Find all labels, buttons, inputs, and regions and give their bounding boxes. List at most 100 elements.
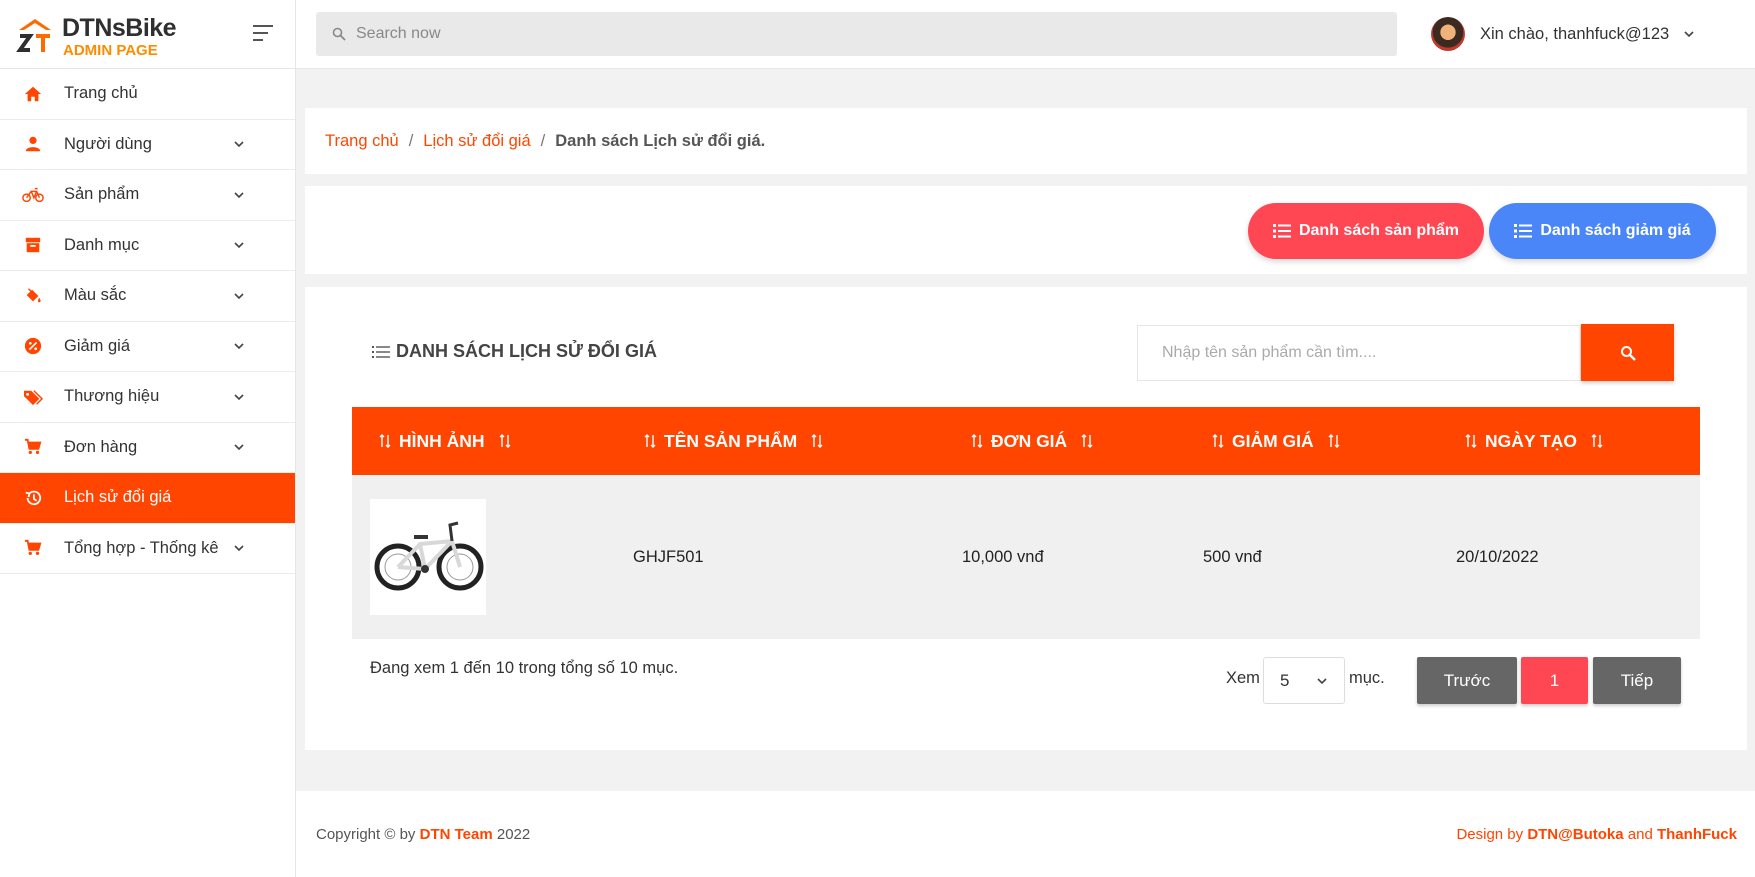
table-info: Đang xem 1 đến 10 trong tổng số 10 mục. xyxy=(370,659,679,677)
design-prefix: Design by xyxy=(1456,826,1524,843)
breadcrumb: Trang chủ / Lịch sử đổi giá / Danh sách … xyxy=(305,108,1747,174)
sidebar-item-discounts[interactable]: Giảm giá xyxy=(0,322,295,372)
sort-icon xyxy=(1328,434,1340,448)
sidebar-item-colors[interactable]: Màu sắc xyxy=(0,271,295,322)
price-history-panel: DANH SÁCH LỊCH SỬ ĐỔI GIÁ HÌNH ẢNH TÊN S… xyxy=(305,287,1747,750)
history-icon xyxy=(22,487,44,509)
sort-icon xyxy=(971,434,983,448)
sidebar-item-label: Giảm giá xyxy=(64,336,131,355)
sort-icon xyxy=(499,434,511,448)
user-icon xyxy=(22,133,44,155)
sidebar-item-brands[interactable]: Thương hiệu xyxy=(0,372,295,423)
sort-icon xyxy=(811,434,823,448)
search-icon xyxy=(332,27,346,41)
column-header-name[interactable]: TÊN SẢN PHẨM xyxy=(644,407,823,475)
footer-design-credit: Design by DTN@Butoka and ThanhFuck xyxy=(1456,826,1737,843)
sidebar-item-label: Màu sắc xyxy=(64,286,127,305)
list-icon xyxy=(372,345,390,358)
page-length-suffix: mục. xyxy=(1349,669,1385,687)
column-header-created[interactable]: NGÀY TẠO xyxy=(1465,407,1603,475)
column-header-discount[interactable]: GIẢM GIÁ xyxy=(1212,407,1340,475)
breadcrumb-current: Danh sách Lịch sử đổi giá. xyxy=(555,131,766,150)
designer-link[interactable]: DTN@Butoka xyxy=(1527,826,1623,843)
chevron-down-icon xyxy=(234,394,244,400)
user-menu[interactable]: Xin chào, thanhfuck@123 xyxy=(1431,16,1695,52)
brand-title: DTNsBike xyxy=(62,14,177,42)
sort-icon xyxy=(1465,434,1477,448)
product-list-button[interactable]: Danh sách sản phẩm xyxy=(1248,203,1484,259)
sort-icon xyxy=(1212,434,1224,448)
copyright-text: Copyright © by xyxy=(316,826,416,843)
logo-icon xyxy=(16,19,51,52)
action-bar: Danh sách sản phẩm Danh sách giảm giá xyxy=(305,186,1747,274)
cell-created-date: 20/10/2022 xyxy=(1456,547,1539,566)
logo-bar: DTNsBike ADMIN PAGE xyxy=(0,0,295,69)
prev-page-button[interactable]: Trước xyxy=(1417,657,1517,704)
table-search-button[interactable] xyxy=(1581,324,1674,381)
cart-icon xyxy=(22,436,44,458)
sidebar-item-products[interactable]: Sản phẩm xyxy=(0,170,295,221)
chevron-down-icon xyxy=(234,242,244,249)
sidebar-item-home[interactable]: Trang chủ xyxy=(0,69,295,120)
sort-icon xyxy=(644,434,656,448)
chevron-down-icon xyxy=(234,293,244,299)
table-search-input[interactable] xyxy=(1138,326,1580,380)
sidebar-item-label: Đơn hàng xyxy=(64,437,138,456)
column-label: TÊN SẢN PHẨM xyxy=(664,430,798,451)
sidebar-item-label: Người dùng xyxy=(64,134,152,153)
home-icon xyxy=(22,83,44,105)
table-title: DANH SÁCH LỊCH SỬ ĐỔI GIÁ xyxy=(372,341,657,362)
breadcrumb-section-link[interactable]: Lịch sử đổi giá xyxy=(423,132,530,151)
list-icon xyxy=(1514,224,1533,238)
user-greeting: Xin chào, thanhfuck@123 xyxy=(1480,24,1670,43)
sort-icon xyxy=(379,434,391,448)
designer-link[interactable]: ThanhFuck xyxy=(1657,826,1737,843)
column-header-image[interactable]: HÌNH ẢNH xyxy=(379,407,511,475)
page-length-prefix: Xem xyxy=(1226,669,1260,687)
column-label: GIẢM GIÁ xyxy=(1232,430,1314,451)
sidebar: DTNsBike ADMIN PAGE Trang chủ Người dùng xyxy=(0,0,296,877)
breadcrumb-home-link[interactable]: Trang chủ xyxy=(325,132,399,151)
table-row: GHJF501 10,000 vnđ 500 vnđ 20/10/2022 xyxy=(352,475,1700,639)
chevron-down-icon xyxy=(1317,678,1327,685)
product-list-label: Danh sách sản phẩm xyxy=(1298,222,1460,239)
chevron-down-icon xyxy=(234,444,244,451)
sidebar-item-label: Sản phẩm xyxy=(64,185,140,204)
archive-icon xyxy=(22,234,44,256)
page-length-select[interactable]: 5 xyxy=(1263,657,1345,704)
paint-bucket-icon xyxy=(22,285,44,307)
sidebar-item-categories[interactable]: Danh mục xyxy=(0,221,295,271)
team-link[interactable]: DTN Team xyxy=(420,826,493,843)
menu-toggle-icon[interactable] xyxy=(252,22,274,44)
sidebar-item-orders[interactable]: Đơn hàng xyxy=(0,423,295,473)
bicycle-icon xyxy=(22,184,44,206)
column-label: NGÀY TẠO xyxy=(1485,430,1578,451)
chevron-down-icon xyxy=(234,343,244,350)
sidebar-item-users[interactable]: Người dùng xyxy=(0,120,295,170)
global-search[interactable] xyxy=(316,12,1397,56)
sidebar-item-label: Tổng hợp - Thống kê xyxy=(64,538,219,557)
column-header-price[interactable]: ĐƠN GIÁ xyxy=(971,407,1093,475)
sidebar-item-price-history[interactable]: Lịch sử đổi giá xyxy=(0,473,295,524)
table-title-text: DANH SÁCH LỊCH SỬ ĐỔI GIÁ xyxy=(396,341,657,361)
sidebar-item-label: Trang chủ xyxy=(64,84,138,103)
discount-list-button[interactable]: Danh sách giảm giá xyxy=(1489,203,1716,259)
sidebar-item-label: Danh mục xyxy=(64,235,140,254)
next-page-button[interactable]: Tiếp xyxy=(1593,657,1681,704)
chevron-down-icon xyxy=(234,141,244,148)
cell-price: 10,000 vnđ xyxy=(962,547,1044,566)
discount-list-label: Danh sách giảm giá xyxy=(1540,222,1691,239)
sort-icon xyxy=(1591,434,1603,448)
avatar xyxy=(1431,17,1465,51)
chevron-down-icon xyxy=(1684,31,1694,38)
footer: Copyright © by DTN Team 2022 Design by D… xyxy=(296,791,1755,877)
page-number-button[interactable]: 1 xyxy=(1521,657,1588,704)
column-label: ĐƠN GIÁ xyxy=(991,430,1068,451)
brand-subtitle: ADMIN PAGE xyxy=(63,42,158,59)
table-search[interactable] xyxy=(1137,325,1581,381)
global-search-input[interactable] xyxy=(356,25,1356,43)
search-icon xyxy=(1620,345,1636,361)
list-icon xyxy=(1272,224,1291,238)
tags-icon xyxy=(22,386,44,408)
sidebar-item-statistics[interactable]: Tổng hợp - Thống kê xyxy=(0,524,295,574)
